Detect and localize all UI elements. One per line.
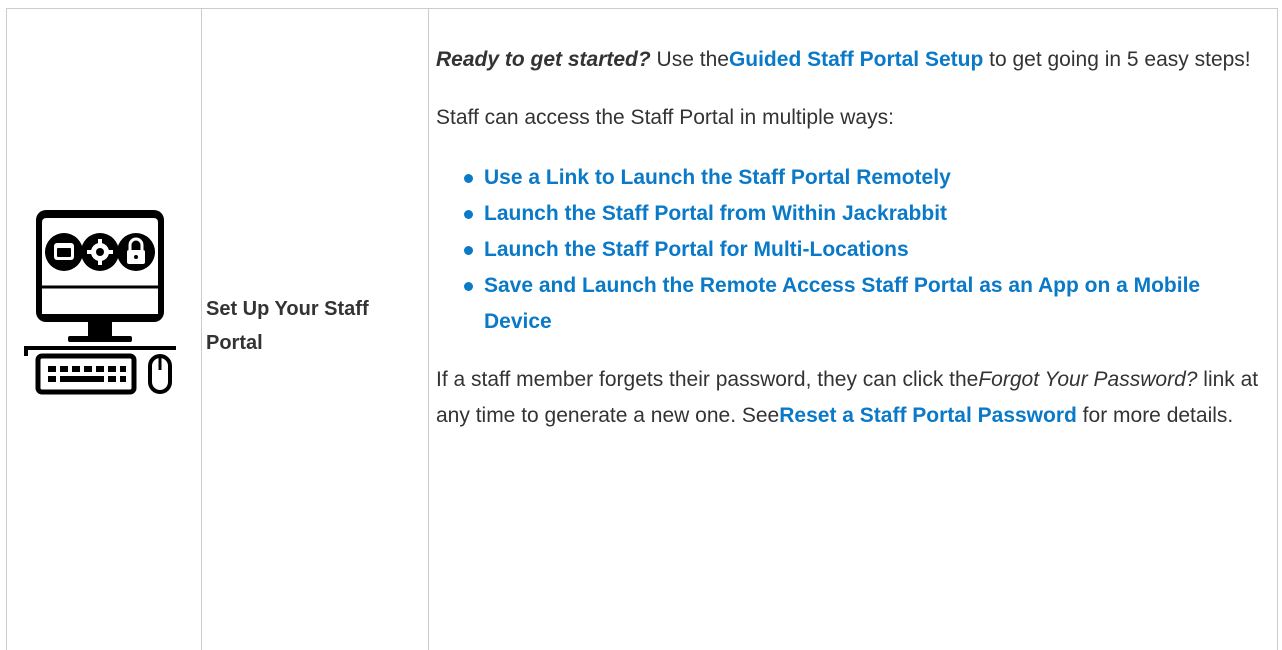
row-label: Set Up Your Staff Portal — [206, 298, 369, 354]
table-top-border — [6, 8, 1278, 9]
list-item: Launch the Staff Portal for Multi-Locati… — [464, 232, 1268, 268]
forgot-text-end: for more details. — [1076, 404, 1234, 427]
forgot-text: If a staff member forgets their password… — [436, 368, 979, 391]
list-item: Use a Link to Launch the Staff Portal Re… — [464, 160, 1268, 196]
link-launch-within-jackrabbit[interactable]: Launch the Staff Portal from Within Jack… — [484, 202, 947, 225]
column-divider — [1277, 8, 1278, 650]
link-multi-locations[interactable]: Launch the Staff Portal for Multi-Locati… — [484, 238, 909, 261]
column-divider — [6, 8, 7, 650]
column-divider — [201, 8, 202, 650]
link-mobile-app[interactable]: Save and Launch the Remote Access Staff … — [484, 274, 1200, 333]
forgot-password-paragraph: If a staff member forgets their password… — [436, 362, 1268, 434]
ways-intro: Staff can access the Staff Portal in mul… — [436, 106, 894, 129]
link-launch-remotely[interactable]: Use a Link to Launch the Staff Portal Re… — [484, 166, 951, 189]
access-links-list: Use a Link to Launch the Staff Portal Re… — [436, 160, 1268, 340]
list-item: Launch the Staff Portal from Within Jack… — [464, 196, 1268, 232]
intro-text: Use the — [650, 48, 729, 71]
content-cell: Ready to get started? Use theGuided Staf… — [436, 42, 1268, 434]
list-item: Save and Launch the Remote Access Staff … — [464, 268, 1268, 340]
column-divider — [428, 8, 429, 650]
intro-emphasis: Ready to get started? — [436, 48, 651, 71]
guided-setup-link[interactable]: Guided Staff Portal Setup — [729, 48, 983, 71]
computer-settings-lock-icon — [20, 208, 180, 398]
forgot-italic: Forgot Your Password? — [978, 368, 1198, 391]
reset-password-link[interactable]: Reset a Staff Portal Password — [779, 404, 1077, 427]
intro-paragraph: Ready to get started? Use theGuided Staf… — [436, 42, 1268, 78]
intro-text-end: to get going in 5 easy steps! — [983, 48, 1251, 71]
